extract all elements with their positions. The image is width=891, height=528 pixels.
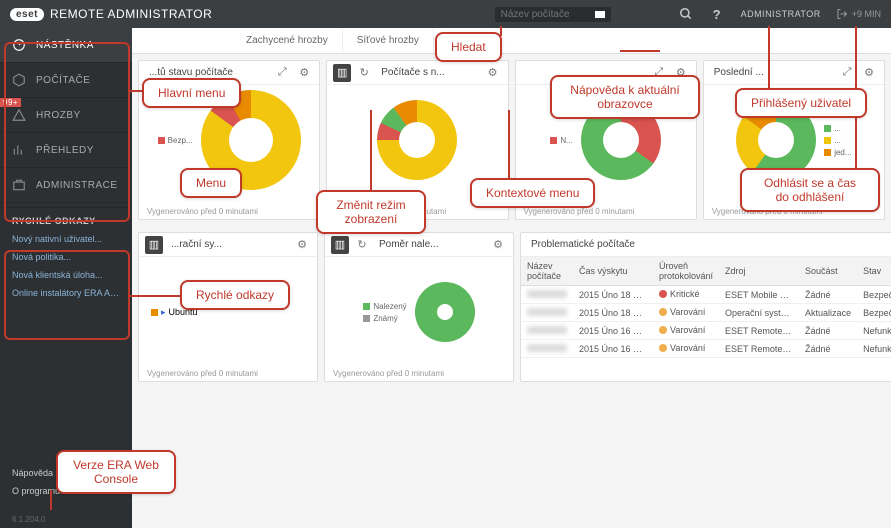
- tab-threats-network[interactable]: Síťové hrozby: [343, 29, 434, 52]
- table-header[interactable]: Zdroj: [719, 257, 799, 286]
- user-label[interactable]: ADMINISTRATOR: [741, 9, 821, 19]
- nav-computers[interactable]: POČÍTAČE: [0, 63, 132, 98]
- legend-label: N...: [560, 136, 572, 145]
- gear-icon[interactable]: ⚙: [295, 64, 313, 82]
- gear-icon[interactable]: ⚙: [860, 64, 878, 82]
- table-row[interactable]: 2015 Úno 18 15:...VarováníOperační systé…: [521, 304, 891, 322]
- threat-badge: 99+: [0, 98, 21, 107]
- table-header[interactable]: Název počítače: [521, 257, 573, 286]
- nav-admin[interactable]: ADMINISTRACE: [0, 168, 132, 203]
- view-mode-button[interactable]: ▥: [331, 236, 349, 254]
- legend-label: Nalezený: [373, 302, 406, 311]
- callout: Přihlášený uživatel: [735, 88, 867, 118]
- callout: Kontextové menu: [470, 178, 595, 208]
- quick-links-section: RYCHLÉ ODKAZY Nový nativní uživatel... N…: [0, 207, 132, 302]
- nav-threats[interactable]: 99+ HROZBY: [0, 98, 132, 133]
- legend-label: Známý: [373, 314, 397, 323]
- table-row[interactable]: 2015 Úno 16 16:...VarováníESET Remote Ad…: [521, 340, 891, 358]
- widget-title: ...tů stavu počítače: [145, 67, 269, 78]
- widget-footer: Vygenerováno před 0 minutami: [524, 207, 635, 216]
- table-header[interactable]: Součást: [799, 257, 857, 286]
- widget-ratio: ▥ ↻ Poměr nale... ⚙ Nalezený Známý Vygen…: [324, 232, 514, 382]
- legend-label: ...: [834, 124, 841, 133]
- nav-reports[interactable]: PŘEHLEDY: [0, 133, 132, 168]
- callout: Odhlásit se a čas do odhlášení: [740, 168, 880, 212]
- logout-timer: +9 MIN: [852, 9, 881, 19]
- widget-title: Problematické počítače: [527, 239, 891, 250]
- donut-chart: [377, 100, 457, 180]
- warning-icon: [12, 108, 26, 122]
- view-mode-button[interactable]: ▥: [333, 64, 351, 82]
- donut-chart: [415, 282, 475, 342]
- table-header[interactable]: Úroveň protokolování: [653, 257, 719, 286]
- chevron-down-icon[interactable]: [595, 11, 605, 18]
- widget-title: Poměr nale...: [375, 239, 485, 250]
- widget-footer: Vygenerováno před 0 minutami: [147, 369, 258, 378]
- help-icon[interactable]: ?: [713, 7, 721, 22]
- refresh-icon[interactable]: ↻: [353, 236, 371, 254]
- product-title: REMOTE ADMINISTRATOR: [50, 7, 212, 21]
- tab-threats-captured[interactable]: Zachycené hrozby: [232, 29, 343, 52]
- expand-icon[interactable]: ⤢: [273, 64, 291, 82]
- callout: Nápověda k aktuální obrazovce: [550, 75, 700, 119]
- search-input[interactable]: [501, 9, 591, 20]
- refresh-icon[interactable]: ↻: [355, 64, 373, 82]
- callout: Změnit režim zobrazení: [316, 190, 426, 234]
- callout: Hlavní menu: [142, 78, 241, 108]
- legend-label: Bezp...: [168, 136, 193, 145]
- version-label: 6.1.204.0: [12, 515, 45, 524]
- callout: Menu: [180, 168, 242, 198]
- table-row[interactable]: 2015 Úno 16 16:...VarováníESET Remote Ad…: [521, 322, 891, 340]
- table-row[interactable]: 2015 Úno 18 15:...KritickéESET Mobile De…: [521, 286, 891, 304]
- problem-table: Název počítačeČas výskytuÚroveň protokol…: [521, 257, 891, 358]
- callout: Rychlé odkazy: [180, 280, 290, 310]
- widget-title: Poslední ...: [710, 67, 834, 78]
- quick-link[interactable]: Nový nativní uživatel...: [0, 230, 132, 248]
- logout-button[interactable]: +9 MIN: [836, 8, 881, 20]
- quick-link[interactable]: Nová politika...: [0, 248, 132, 266]
- view-mode-button[interactable]: ▥: [145, 236, 163, 254]
- app-header: eset REMOTE ADMINISTRATOR ? ADMINISTRATO…: [0, 0, 891, 28]
- widget-footer: Vygenerováno před 0 minutami: [147, 207, 258, 216]
- box-icon: [12, 73, 26, 87]
- nav-label: ADMINISTRACE: [36, 180, 118, 191]
- brand-badge: eset: [10, 8, 44, 21]
- widget-title: Počítače s n...: [377, 67, 479, 78]
- table-header[interactable]: Čas výskytu: [573, 257, 653, 286]
- dashboard-icon: [12, 38, 26, 52]
- gear-icon[interactable]: ⚙: [489, 236, 507, 254]
- nav-dashboard[interactable]: NÁSTĚNKA: [0, 28, 132, 63]
- gear-icon[interactable]: ⚙: [293, 236, 311, 254]
- nav-label: POČÍTAČE: [36, 75, 90, 86]
- quick-link[interactable]: Nová klientská úloha...: [0, 266, 132, 284]
- widget-title: ...rační sy...: [167, 239, 289, 250]
- callout: Verze ERA Web Console: [56, 450, 176, 494]
- chart-icon: [12, 143, 26, 157]
- search-box[interactable]: [495, 7, 611, 22]
- gear-icon[interactable]: ⚙: [484, 64, 502, 82]
- expand-icon[interactable]: ⤢: [838, 64, 856, 82]
- search-icon[interactable]: [679, 7, 693, 21]
- briefcase-icon: [12, 178, 26, 192]
- callout: Hledat: [435, 32, 502, 62]
- nav-label: NÁSTĚNKA: [36, 40, 94, 51]
- legend-label: ...: [834, 136, 841, 145]
- quick-link[interactable]: Online instalátory ERA Agenta...: [0, 284, 132, 302]
- widget-footer: Vygenerováno před 0 minutami: [333, 369, 444, 378]
- brand-logo: eset REMOTE ADMINISTRATOR: [10, 7, 212, 21]
- quick-links-title: RYCHLÉ ODKAZY: [0, 208, 132, 230]
- legend-label: jed...: [834, 148, 851, 157]
- dashboard-tabs: Zachycené hrozby Síťové hrozby +: [132, 28, 891, 54]
- table-header[interactable]: Stav: [857, 257, 891, 286]
- nav-label: HROZBY: [36, 110, 81, 121]
- nav-label: PŘEHLEDY: [36, 145, 94, 156]
- widget-problem-table: Problematické počítače ⤢ ⚙ Název počítač…: [520, 232, 891, 382]
